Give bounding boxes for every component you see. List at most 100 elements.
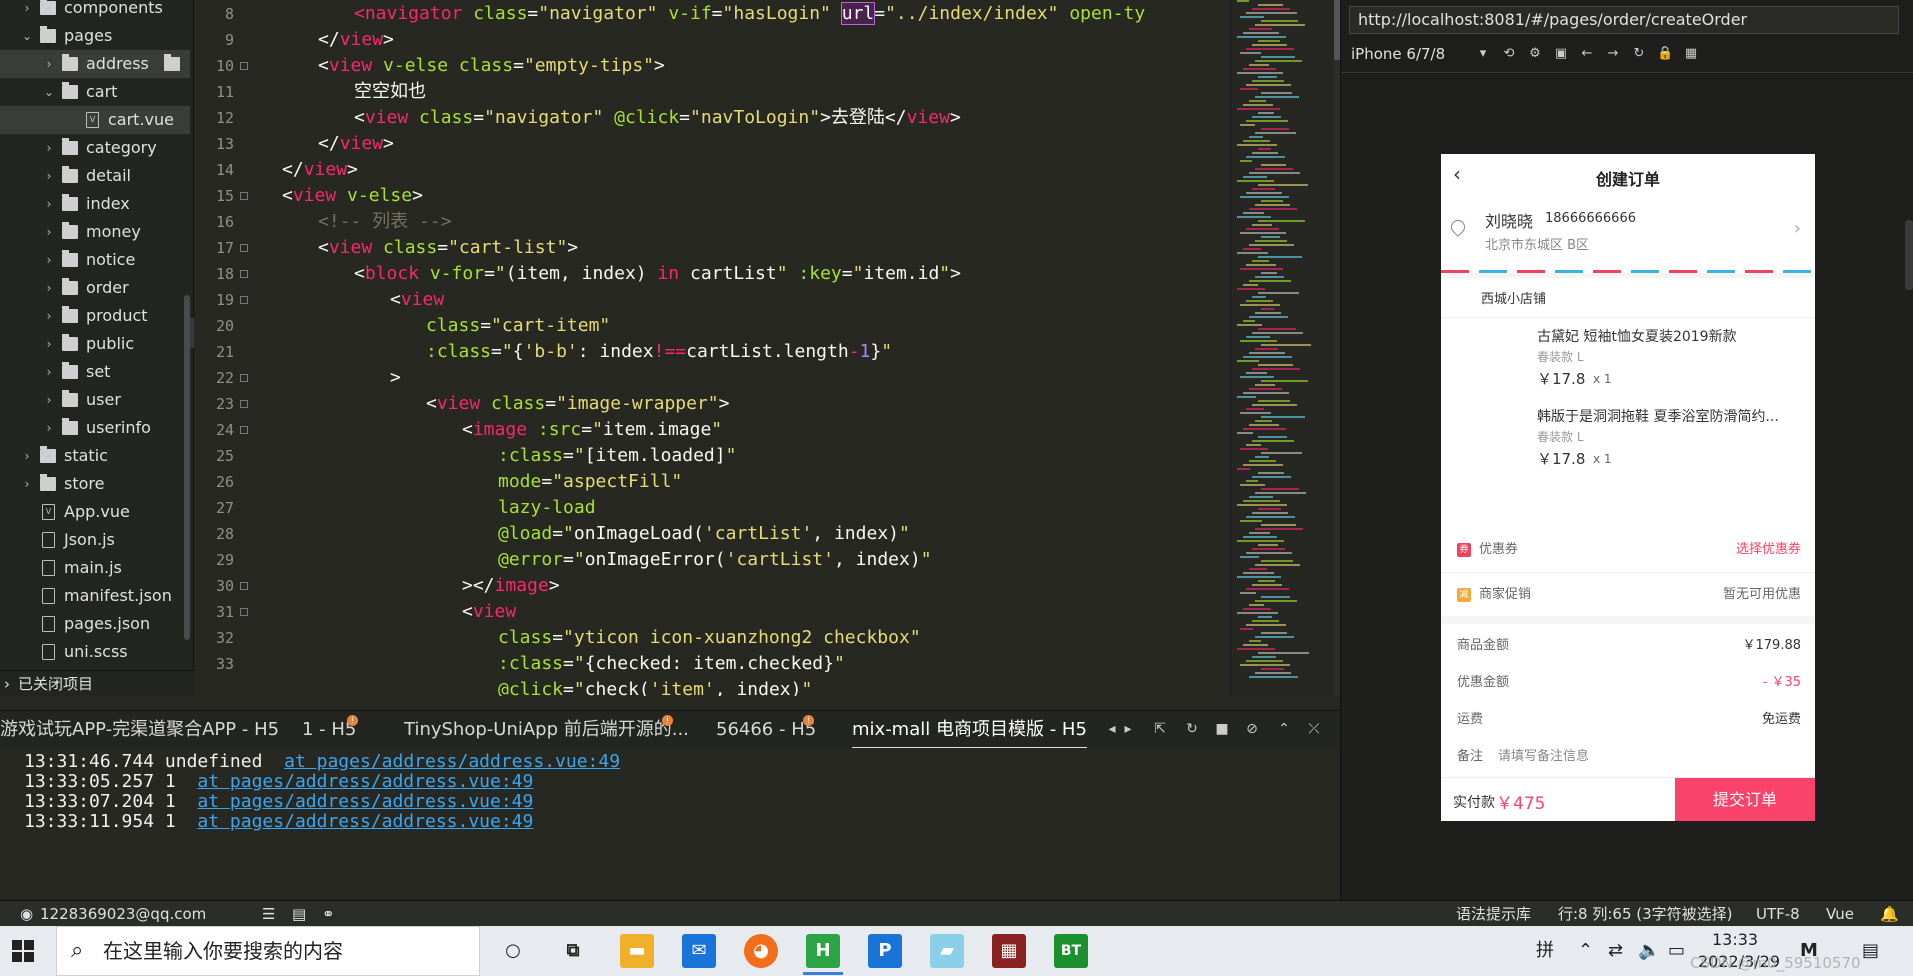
tree-item[interactable]: › category [0, 134, 190, 162]
terminal-icon[interactable]: ▤ [292, 901, 306, 927]
fold-marker-icon[interactable] [240, 582, 248, 590]
fold-marker-icon[interactable] [240, 296, 248, 304]
tree-item[interactable]: pages.json [0, 610, 190, 638]
screen-icon[interactable]: ▭ [1668, 926, 1685, 976]
tab-prev-icon[interactable]: ◂ [1104, 721, 1120, 737]
qrcode-icon[interactable]: ▦ [1683, 46, 1699, 62]
open-external-icon[interactable]: ⇱ [1152, 721, 1168, 737]
chevron-right-icon[interactable]: › [42, 218, 56, 246]
tree-item[interactable]: › index [0, 190, 190, 218]
file-language[interactable]: Vue [1826, 901, 1854, 927]
tree-item[interactable]: › public [0, 330, 190, 358]
console-tab[interactable]: TinyShop-UniApp 前后端开源的...! [404, 711, 689, 749]
tree-item[interactable]: › static [0, 442, 190, 470]
forward-icon[interactable]: → [1605, 46, 1621, 62]
console-tab[interactable]: 56466 - H5! [716, 711, 816, 749]
tree-item[interactable]: ⌄ cart [0, 78, 190, 106]
fold-marker-icon[interactable] [240, 608, 248, 616]
coupon-row[interactable]: 券 优惠券 选择优惠券 [1441, 528, 1815, 572]
tree-item[interactable]: › product [0, 302, 190, 330]
chevron-right-icon[interactable]: › [42, 386, 56, 414]
chevron-right-icon[interactable]: › [42, 274, 56, 302]
chevron-right-icon[interactable]: › [20, 442, 34, 470]
log-source-link[interactable]: at pages/address/address.vue:49 [197, 771, 533, 792]
cortana-icon[interactable]: ○ [496, 934, 530, 968]
console-tab[interactable]: 1 - H5! [302, 711, 358, 749]
code-minimap[interactable] [1230, 0, 1338, 696]
bt-panel-icon[interactable]: BT [1054, 934, 1088, 968]
close-panel-icon[interactable]: ⤫ [1306, 721, 1322, 737]
tree-item[interactable]: › set [0, 358, 190, 386]
code-editor[interactable]: 8 9 10 11 12 13 14 15 16 17 18 19 20 21 22 23 24 25 26 27 28… [194, 0, 1230, 696]
log-source-link[interactable]: at pages/address/address.vue:49 [197, 811, 533, 832]
fold-marker-icon[interactable] [240, 192, 248, 200]
chevron-right-icon[interactable]: › [42, 162, 56, 190]
tree-item[interactable]: › store [0, 470, 190, 498]
console-tab[interactable]: 游戏试玩APP-完渠道聚合APP - H5 [0, 711, 279, 749]
chevron-right-icon[interactable]: › [20, 470, 34, 498]
clock-time[interactable]: 13:33 [1712, 930, 1758, 949]
task-view-icon[interactable]: ⧉ [556, 934, 590, 968]
closed-projects[interactable]: › 已关闭项目 [0, 670, 194, 696]
hbuilderx-icon[interactable]: H [806, 934, 840, 968]
pycharm-icon[interactable]: P [868, 934, 902, 968]
tree-item[interactable]: Json.js [0, 526, 190, 554]
address-section[interactable]: 刘晓晓 18666666666 北京市东城区 B区 › [1441, 198, 1815, 270]
goods-item[interactable]: 古黛妃 短袖t恤女夏装2019新款 春装款 L ￥17.8 x 1 [1441, 324, 1815, 390]
submit-order-button[interactable]: 提交订单 [1675, 778, 1815, 821]
chevron-right-icon[interactable]: › [20, 0, 34, 22]
back-icon[interactable]: ← [1579, 46, 1595, 62]
fold-marker-icon[interactable] [240, 426, 248, 434]
settings-icon[interactable]: ⚙ [1527, 46, 1543, 62]
fold-marker-icon[interactable] [240, 62, 248, 70]
volume-icon[interactable]: 🔈 [1638, 926, 1660, 976]
tree-item[interactable]: › money [0, 218, 190, 246]
tree-item[interactable]: Vcart.vue [0, 106, 190, 134]
chevron-right-icon[interactable]: › [42, 246, 56, 274]
tree-item[interactable]: › address [0, 50, 190, 78]
tree-item[interactable]: › detail [0, 162, 190, 190]
clear-console-icon[interactable]: ⊘ [1244, 721, 1260, 737]
tree-item[interactable]: › components [0, 0, 190, 22]
url-input[interactable]: http://localhost:8081/#/pages/order/crea… [1349, 6, 1899, 34]
chevron-down-icon[interactable]: ⌄ [42, 78, 56, 106]
winrar-icon[interactable]: ▦ [992, 934, 1026, 968]
notification-icon[interactable]: 🔔 [1880, 901, 1899, 927]
mail-icon[interactable]: ✉ [682, 934, 716, 968]
tree-item[interactable]: ⌄ pages [0, 22, 190, 50]
fold-marker-icon[interactable] [240, 270, 248, 278]
taskbar-search-input[interactable]: ⌕ 在这里输入你要搜索的内容 [56, 926, 480, 976]
rotate-icon[interactable]: ⟲ [1501, 46, 1517, 62]
chevron-right-icon[interactable]: › [42, 134, 56, 162]
syntax-library[interactable]: 语法提示库 [1456, 901, 1531, 927]
remark-row[interactable]: 备注 请填写备注信息 [1441, 735, 1815, 779]
stop-icon[interactable]: ■ [1214, 721, 1230, 737]
windows-start-icon[interactable] [12, 940, 34, 962]
app-tray-icon[interactable]: M [1800, 926, 1818, 976]
device-select[interactable]: iPhone 6/7/8 [1351, 45, 1445, 63]
network-icon[interactable]: ⇄ [1608, 926, 1623, 976]
tree-item[interactable]: V App.vue [0, 498, 190, 526]
tree-item[interactable]: › user [0, 386, 190, 414]
fold-marker-icon[interactable] [240, 374, 248, 382]
notification-center-icon[interactable]: ▤ [1862, 926, 1879, 976]
list-icon[interactable]: ☰ [262, 901, 275, 927]
tree-item[interactable]: › order [0, 274, 190, 302]
lock-icon[interactable]: 🔒 [1657, 46, 1673, 62]
chevron-right-icon[interactable]: › [42, 190, 56, 218]
chevron-right-icon[interactable]: › [42, 414, 56, 442]
tray-expand-icon[interactable]: ⌃ [1578, 926, 1593, 976]
chevron-right-icon[interactable]: › [42, 358, 56, 386]
tree-item[interactable]: manifest.json [0, 582, 190, 610]
cursor-position[interactable]: 行:8 列:65 (3字符被选择) [1558, 901, 1733, 927]
goods-item[interactable]: 韩版于是洞洞拖鞋 夏季浴室防滑简约... 春装款 L ￥17.8 x 1 [1441, 404, 1815, 470]
screenshot-icon[interactable]: ▣ [1553, 46, 1569, 62]
fold-marker-icon[interactable] [240, 400, 248, 408]
account-label[interactable]: 1228369023@qq.com [40, 901, 206, 927]
chevron-right-icon[interactable]: › [42, 50, 56, 78]
tab-next-icon[interactable]: ▸ [1120, 721, 1136, 737]
log-source-link[interactable]: at pages/address/address.vue:49 [284, 751, 620, 772]
notes-icon[interactable]: ▰ [930, 934, 964, 968]
tree-item[interactable]: main.js [0, 554, 190, 582]
fold-marker-icon[interactable] [240, 244, 248, 252]
